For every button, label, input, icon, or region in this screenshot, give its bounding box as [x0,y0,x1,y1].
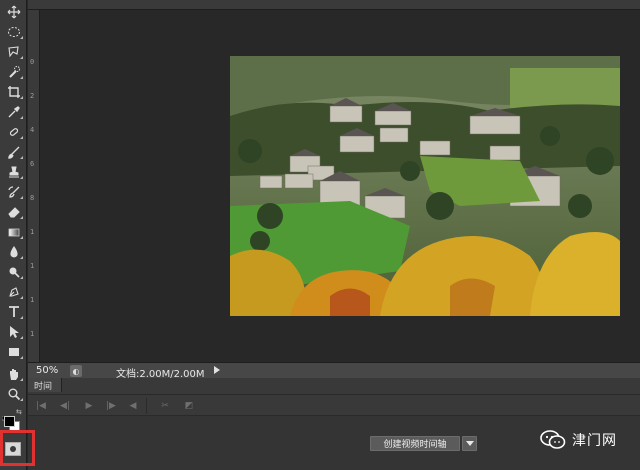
play-icon[interactable]: ▶ [82,400,96,412]
history-brush-tool-icon[interactable] [3,182,24,201]
eraser-tool-icon[interactable] [3,202,24,221]
ruler-tick: 2 [30,92,35,100]
rectangle-tool-icon[interactable] [3,342,24,361]
watermark-text: 津门网 [572,433,617,449]
blur-tool-icon[interactable] [3,242,24,261]
path-selection-tool-icon[interactable] [3,322,24,341]
clone-stamp-tool-icon[interactable] [3,162,24,181]
ruler-tick: 8 [30,194,35,202]
healing-brush-tool-icon[interactable] [3,122,24,141]
lasso-tool-icon[interactable] [3,42,24,61]
timeline-panel: 时间轴 |◀ ◀| ▶ |▶ ◀ ✂ ◩ 创建视频时间轴 [28,378,640,470]
timeline-mode-dropdown[interactable] [462,436,477,451]
ruler-tick: 0 [30,58,35,66]
hand-tool-icon[interactable] [3,364,24,383]
tools-panel: ⇆ [0,0,27,470]
village-photo [230,56,620,316]
ruler-tick: 1 [30,330,35,338]
zoom-tool-icon[interactable] [3,384,24,403]
tab-timeline[interactable]: 时间轴 [28,378,62,405]
split-scissors-icon[interactable]: ✂ [158,400,172,412]
photoshop-window: ⇆ 0 2 4 6 8 1 1 1 1 50% ◐ 文档:2.00M/2.00M… [0,0,640,470]
ruler-left: 0 2 4 6 8 1 1 1 1 [28,10,40,362]
wechat-logo-icon [540,430,566,449]
chevron-down-icon [465,441,474,446]
create-video-timeline-button[interactable]: 创建视频时间轴 [370,436,460,451]
ruler-tick: 6 [30,160,35,168]
watermark: 津门网 [540,428,617,452]
go-to-first-frame-icon[interactable]: |◀ [34,400,48,412]
default-colors-icon[interactable] [1,407,10,423]
audio-icon[interactable]: ◀ [126,400,140,412]
move-tool-icon[interactable] [3,2,24,21]
ruler-tick: 1 [30,296,35,304]
document-image[interactable] [230,56,620,316]
share-icon[interactable]: ◐ [70,365,82,377]
timeline-controls: |◀ ◀| ▶ |▶ ◀ ✂ ◩ [28,394,640,416]
ruler-top [28,0,640,10]
ruler-tick: 1 [30,228,35,236]
eyedropper-tool-icon[interactable] [3,102,24,121]
pen-tool-icon[interactable] [3,282,24,301]
ruler-tick: 4 [30,126,35,134]
gradient-tool-icon[interactable] [3,222,24,241]
status-bar: 50% ◐ 文档:2.00M/2.00M [28,362,640,380]
zoom-level[interactable]: 50% [36,365,58,376]
swap-colors-icon[interactable]: ⇆ [16,408,22,416]
next-frame-icon[interactable]: |▶ [104,400,118,412]
status-menu-arrow-icon[interactable] [214,366,220,374]
transition-icon[interactable]: ◩ [182,400,196,412]
marquee-tool-icon[interactable] [3,22,24,41]
type-tool-icon[interactable] [3,302,24,321]
crop-tool-icon[interactable] [3,82,24,101]
brush-tool-icon[interactable] [3,142,24,161]
document-canvas[interactable] [40,10,640,362]
previous-frame-icon[interactable]: ◀| [58,400,72,412]
foreground-color-swatch[interactable] [4,416,15,427]
ruler-tick: 1 [30,262,35,270]
dodge-tool-icon[interactable] [3,262,24,281]
quick-mask-icon[interactable] [5,442,21,456]
quick-selection-tool-icon[interactable] [3,62,24,81]
controls-divider [146,398,147,414]
